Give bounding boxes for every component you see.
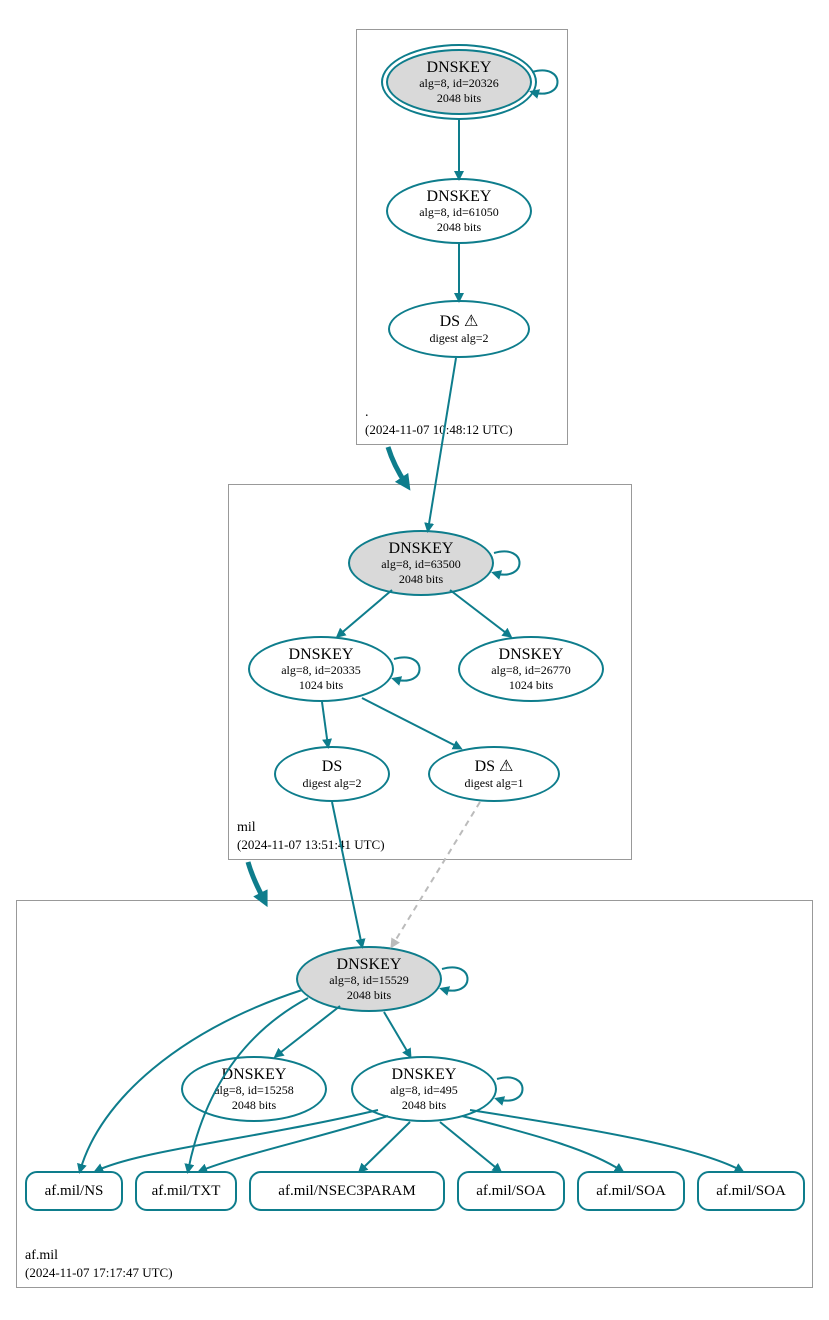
node-title: DNSKEY — [427, 188, 492, 206]
node-bits: 1024 bits — [509, 678, 553, 692]
node-digest: digest alg=2 — [429, 331, 488, 345]
node-title: DS ⚠ — [475, 758, 514, 776]
rrset-af-soa[interactable]: af.mil/SOA — [697, 1171, 805, 1211]
dnskey-af-ksk[interactable]: DNSKEY alg=8, id=15529 2048 bits — [296, 946, 442, 1012]
zone-name: af.mil — [25, 1247, 173, 1265]
warning-icon: ⚠ — [499, 758, 513, 775]
zone-timestamp: (2024-11-07 17:17:47 UTC) — [25, 1265, 173, 1281]
dnskey-mil-zsk2[interactable]: DNSKEY alg=8, id=26770 1024 bits — [458, 636, 604, 702]
zone-name: mil — [237, 819, 385, 837]
node-title: DNSKEY — [392, 1066, 457, 1084]
node-title: DNSKEY — [389, 540, 454, 558]
zone-timestamp: (2024-11-07 10:48:12 UTC) — [365, 422, 513, 438]
rrset-af-nsec3param[interactable]: af.mil/NSEC3PARAM — [249, 1171, 445, 1211]
dnskey-af-zsk[interactable]: DNSKEY alg=8, id=495 2048 bits — [351, 1056, 497, 1122]
node-alg: alg=8, id=61050 — [419, 205, 499, 219]
rrset-af-soa[interactable]: af.mil/SOA — [577, 1171, 685, 1211]
dnskey-root-ksk[interactable]: DNSKEY alg=8, id=20326 2048 bits — [386, 49, 532, 115]
node-title: DNSKEY — [427, 59, 492, 77]
zone-timestamp: (2024-11-07 13:51:41 UTC) — [237, 837, 385, 853]
dnskey-mil-zsk[interactable]: DNSKEY alg=8, id=20335 1024 bits — [248, 636, 394, 702]
node-alg: alg=8, id=20335 — [281, 663, 361, 677]
warning-icon: ⚠ — [464, 313, 478, 330]
node-title: DS ⚠ — [440, 313, 479, 331]
node-alg: alg=8, id=20326 — [419, 76, 499, 90]
node-title: DS — [322, 758, 342, 776]
node-title: DNSKEY — [222, 1066, 287, 1084]
node-title: DNSKEY — [337, 956, 402, 974]
zone-label-root: . (2024-11-07 10:48:12 UTC) — [365, 404, 513, 438]
dnskey-mil-ksk[interactable]: DNSKEY alg=8, id=63500 2048 bits — [348, 530, 494, 596]
node-alg: alg=8, id=495 — [390, 1083, 458, 1097]
ds-mil-alg2[interactable]: DS digest alg=2 — [274, 746, 390, 802]
node-bits: 2048 bits — [232, 1098, 276, 1112]
node-bits: 2048 bits — [347, 988, 391, 1002]
node-bits: 2048 bits — [399, 572, 443, 586]
node-title: DNSKEY — [499, 646, 564, 664]
zone-label-af: af.mil (2024-11-07 17:17:47 UTC) — [25, 1247, 173, 1281]
node-alg: alg=8, id=15529 — [329, 973, 409, 987]
node-digest: digest alg=2 — [302, 776, 361, 790]
node-alg: alg=8, id=15258 — [214, 1083, 294, 1097]
node-bits: 2048 bits — [437, 220, 481, 234]
node-bits: 2048 bits — [437, 91, 481, 105]
node-alg: alg=8, id=63500 — [381, 557, 461, 571]
rrset-af-soa[interactable]: af.mil/SOA — [457, 1171, 565, 1211]
node-bits: 2048 bits — [402, 1098, 446, 1112]
ds-root[interactable]: DS ⚠ digest alg=2 — [388, 300, 530, 358]
ds-mil-alg1[interactable]: DS ⚠ digest alg=1 — [428, 746, 560, 802]
node-alg: alg=8, id=26770 — [491, 663, 571, 677]
zone-name: . — [365, 404, 513, 422]
dnskey-root-zsk[interactable]: DNSKEY alg=8, id=61050 2048 bits — [386, 178, 532, 244]
rrset-af-txt[interactable]: af.mil/TXT — [135, 1171, 237, 1211]
zone-label-mil: mil (2024-11-07 13:51:41 UTC) — [237, 819, 385, 853]
rrset-af-ns[interactable]: af.mil/NS — [25, 1171, 123, 1211]
dnskey-af-zsk2[interactable]: DNSKEY alg=8, id=15258 2048 bits — [181, 1056, 327, 1122]
node-digest: digest alg=1 — [464, 776, 523, 790]
node-title: DNSKEY — [289, 646, 354, 664]
node-bits: 1024 bits — [299, 678, 343, 692]
